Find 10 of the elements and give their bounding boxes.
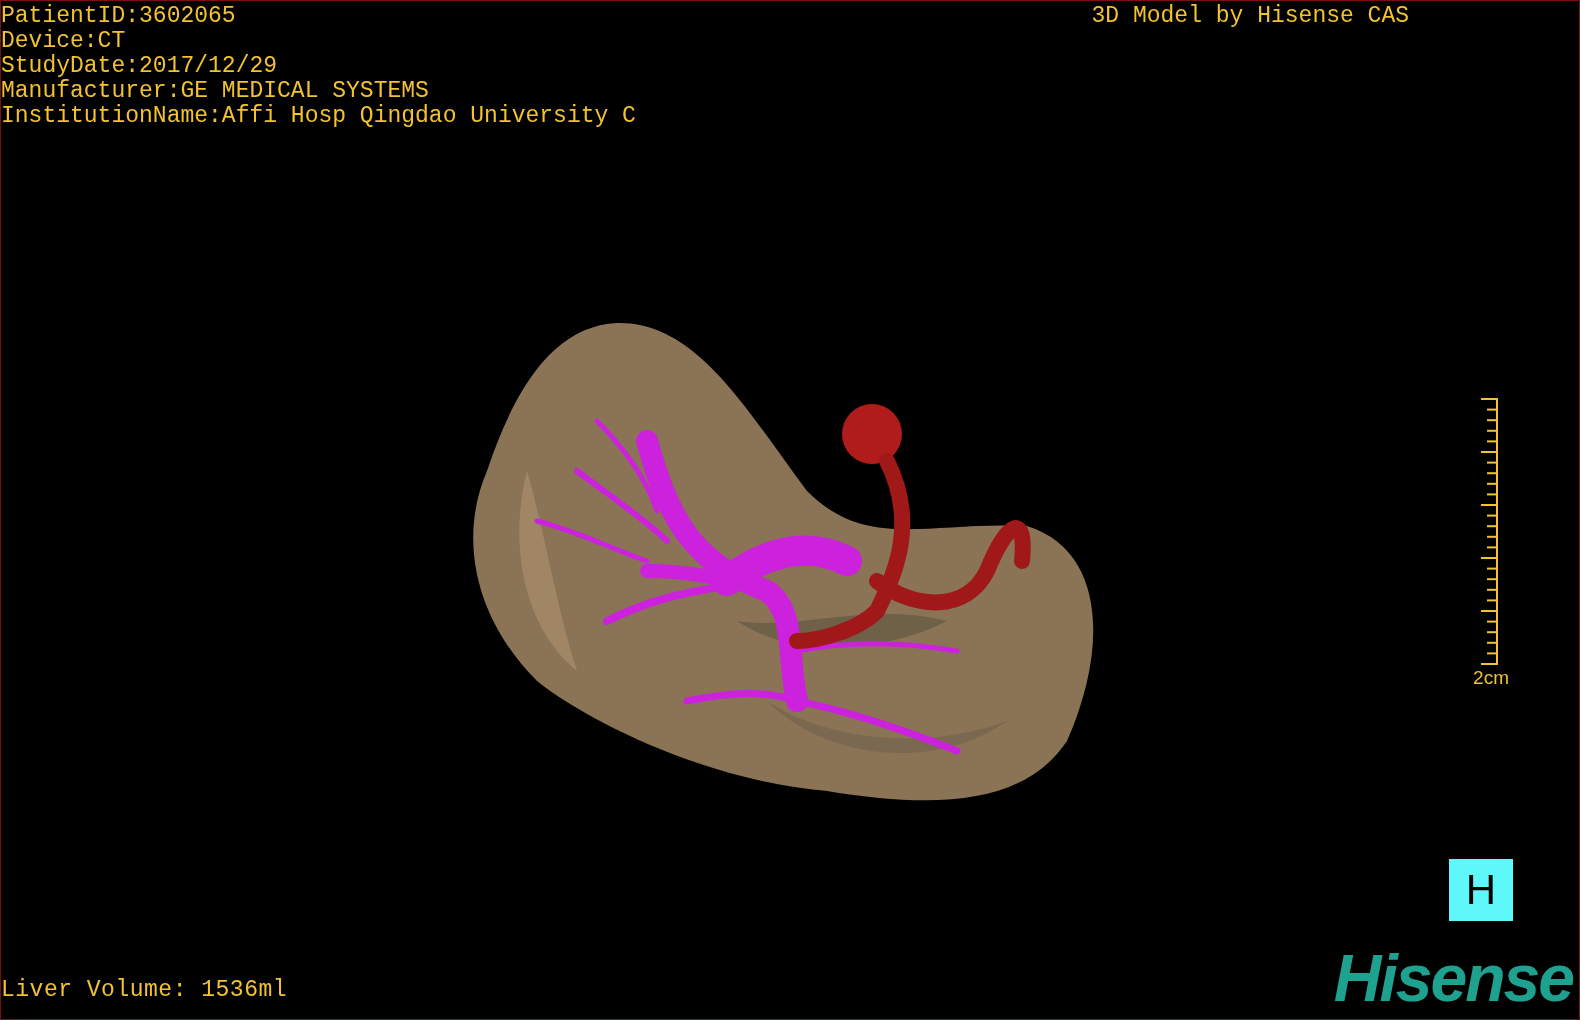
orientation-marker: H (1449, 859, 1513, 921)
credit-text: 3D Model by Hisense CAS (1091, 4, 1409, 29)
study-info-line: PatientID:3602065 (1, 4, 237, 29)
scale-label: 2cm (1473, 667, 1509, 689)
brand-logo: Hisense (1332, 943, 1574, 1013)
study-info-line: StudyDate:2017/12/29 (1, 54, 279, 79)
study-info-line: Device:CT (1, 29, 127, 54)
liver-volume-text: Liver Volume: 1536ml (1, 978, 288, 1003)
study-info-line: InstitutionName:Affi Hosp Qingdao University C (1, 104, 636, 129)
study-info-line: Manufacturer:GE MEDICAL SYSTEMS (1, 79, 430, 104)
